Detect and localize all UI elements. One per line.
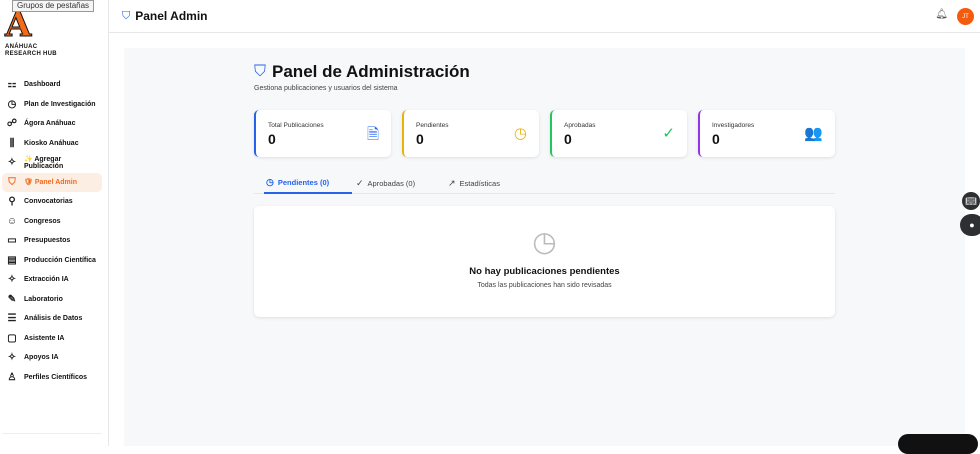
clock-icon: ◷ bbox=[266, 177, 274, 187]
nav-icon: ✧ bbox=[7, 157, 17, 169]
sidebar-item-label: Plan de Investigación bbox=[24, 100, 96, 108]
sidebar-item-label: Ágora Anáhuac bbox=[24, 120, 76, 128]
sidebar-nav: ⚏ Dashboard ◷ Plan de Investigación ☍ Ágora A… bbox=[2, 75, 102, 387]
reader-icon[interactable]: 📖︎ bbox=[962, 192, 980, 210]
logo-letter: A bbox=[5, 5, 32, 45]
sidebar-item-label: Presupuestos bbox=[24, 237, 71, 245]
nav-icon: ✧ bbox=[7, 274, 17, 286]
extension-globe-icon[interactable]: ● bbox=[960, 214, 980, 236]
stat-card: Aprobadas 0 ✓ bbox=[550, 110, 687, 157]
nav-icon: ☍ bbox=[6, 118, 18, 130]
avatar[interactable]: JT bbox=[957, 8, 974, 25]
sidebar-item[interactable]: ▤ Producción Científica bbox=[2, 251, 102, 271]
tab-aprobadas[interactable]: ✓ Aprobadas (0) bbox=[356, 173, 415, 194]
sidebar-item-label: Apoyos IA bbox=[24, 354, 59, 362]
stat-icon: ✓ bbox=[662, 125, 675, 142]
tab-bar: ◷ Pendientes (0) ✓ Aprobadas (0) ↗ Estadíst… bbox=[254, 173, 835, 194]
nav-icon: ▭ bbox=[7, 235, 17, 247]
stat-card: Pendientes 0 ◷ bbox=[402, 110, 539, 157]
nav-icon: ⫼ bbox=[9, 137, 15, 149]
sidebar-item-label: 🛡 Panel Admin bbox=[24, 179, 77, 187]
nav-icon: ⚲ bbox=[8, 196, 16, 208]
shield-icon: ⛉ bbox=[122, 9, 131, 22]
brand-line2: RESEARCH HUB bbox=[5, 51, 57, 57]
sidebar-item-label: Congresos bbox=[24, 217, 61, 225]
bell-icon[interactable]: 🔔︎ bbox=[935, 9, 948, 20]
nav-icon: ✧ bbox=[7, 352, 17, 364]
sidebar-item[interactable]: ♙ Perfiles Científicos bbox=[2, 368, 102, 388]
stat-value: 0 bbox=[416, 131, 424, 147]
stat-card: Total Publicaciones 0 🗎 bbox=[254, 110, 391, 157]
sidebar-item[interactable]: ☍ Ágora Anáhuac bbox=[2, 114, 102, 134]
sidebar-item[interactable]: ◷ Plan de Investigación bbox=[2, 95, 102, 115]
tab-groups-tooltip: Grupos de pestañas bbox=[12, 0, 95, 12]
nav-icon: ☰ bbox=[7, 313, 17, 325]
stat-icon: 🗎 bbox=[366, 126, 379, 143]
nav-icon: ▢ bbox=[7, 332, 17, 344]
stat-label: Pendientes bbox=[416, 122, 449, 129]
top-header: ⛉ Panel Admin 🔔︎ JT bbox=[109, 0, 980, 33]
sidebar-item[interactable]: ☰ Análisis de Datos bbox=[2, 309, 102, 329]
check-circle-icon: ✓ bbox=[356, 178, 364, 188]
stat-card: Investigadores 0 👥 bbox=[698, 110, 835, 157]
stat-label: Investigadores bbox=[712, 122, 755, 129]
sidebar-item-label: Convocatorias bbox=[24, 198, 73, 206]
empty-title: No hay publicaciones pendientes bbox=[469, 266, 620, 277]
tab-label: Estadísticas bbox=[459, 179, 500, 188]
sidebar-item[interactable]: ✧ ✨ Agregar Publicación bbox=[2, 153, 102, 173]
nav-icon: ⛉ bbox=[8, 176, 16, 188]
stat-icon: ◷ bbox=[513, 125, 527, 142]
sidebar: A ANÁHUAC RESEARCH HUB Grupos de pestaña… bbox=[0, 0, 109, 446]
sidebar-item-label: Asistente IA bbox=[24, 334, 65, 342]
sidebar-item-label: Producción Científica bbox=[24, 256, 96, 264]
floating-toolbar[interactable] bbox=[898, 434, 978, 454]
nav-icon: ✎ bbox=[7, 293, 17, 305]
stat-label: Aprobadas bbox=[564, 122, 596, 129]
main-content: ⛉ Panel de Administración Gestiona publi… bbox=[124, 48, 965, 446]
tab-label: Aprobadas (0) bbox=[367, 179, 416, 188]
sidebar-item[interactable]: ✧ Apoyos IA bbox=[2, 348, 102, 368]
stat-value: 0 bbox=[268, 131, 276, 147]
empty-state: ◷ No hay publicaciones pendientes Todas … bbox=[254, 206, 835, 317]
sidebar-item[interactable]: ⛉ 🛡 Panel Admin bbox=[2, 172, 102, 192]
nav-icon: ◷ bbox=[7, 98, 17, 110]
sidebar-item[interactable]: ☺ Congresos bbox=[2, 212, 102, 232]
nav-icon: ♙ bbox=[7, 371, 17, 383]
sidebar-item-label: Perfiles Científicos bbox=[24, 373, 88, 381]
sidebar-item[interactable]: ⫼ Kiosko Anáhuac bbox=[2, 134, 102, 154]
stat-value: 0 bbox=[564, 131, 572, 147]
sidebar-item-label: Laboratorio bbox=[24, 295, 63, 303]
sidebar-item[interactable]: ▭ Presupuestos bbox=[2, 231, 102, 251]
page-title: ⛉ Panel de Administración bbox=[254, 62, 470, 82]
sidebar-item[interactable]: ⚏ Dashboard bbox=[2, 75, 102, 95]
brand-line1: ANÁHUAC bbox=[5, 44, 38, 50]
tab-pendientes[interactable]: ◷ Pendientes (0) bbox=[264, 173, 352, 194]
nav-icon: ⚏ bbox=[7, 79, 17, 91]
nav-icon: ▤ bbox=[7, 254, 17, 266]
sidebar-item-label: Dashboard bbox=[24, 81, 61, 89]
sidebar-item-label: ✨ Agregar Publicación bbox=[23, 156, 64, 171]
empty-subtitle: Todas las publicaciones han sido revisad… bbox=[477, 282, 612, 289]
shield-icon: ⛉ bbox=[254, 63, 267, 80]
page-title-text: Panel de Administración bbox=[272, 62, 470, 81]
stat-icon: 👥 bbox=[804, 125, 823, 142]
trending-up-icon: ↗ bbox=[448, 178, 456, 188]
nav-icon: ☺ bbox=[6, 215, 18, 227]
sidebar-item-label: Kiosko Anáhuac bbox=[24, 139, 79, 147]
tab-estadisticas[interactable]: ↗ Estadísticas bbox=[448, 173, 500, 194]
sidebar-item-label: Extracción IA bbox=[24, 276, 69, 284]
sidebar-item-label: Análisis de Datos bbox=[24, 315, 83, 323]
stat-label: Total Publicaciones bbox=[268, 122, 324, 129]
sidebar-item[interactable]: ✎ Laboratorio bbox=[2, 290, 102, 310]
brand-logo[interactable]: A ANÁHUAC RESEARCH HUB bbox=[5, 5, 57, 58]
sidebar-item[interactable]: ⚲ Convocatorias bbox=[2, 192, 102, 212]
tab-label: Pendientes (0) bbox=[277, 178, 330, 187]
clock-icon: ◷ bbox=[532, 226, 557, 257]
stat-value: 0 bbox=[712, 131, 720, 147]
header-title: Panel Admin bbox=[135, 9, 208, 23]
sidebar-item[interactable]: ▢ Asistente IA bbox=[2, 329, 102, 349]
sidebar-item[interactable]: ✧ Extracción IA bbox=[2, 270, 102, 290]
sidebar-footer bbox=[2, 433, 102, 434]
page-subtitle: Gestiona publicaciones y usuarios del si… bbox=[254, 85, 398, 92]
